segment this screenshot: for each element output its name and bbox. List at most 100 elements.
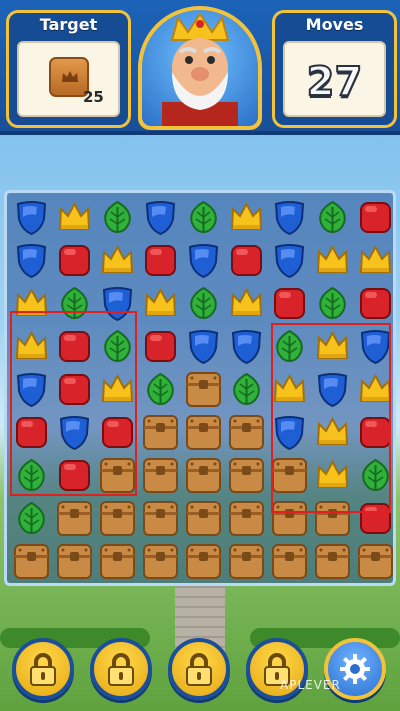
chest-blocker[interactable]	[354, 540, 397, 583]
crown-icon	[316, 244, 349, 273]
chest-icon	[229, 415, 264, 450]
shield-tile[interactable]	[268, 196, 311, 239]
lock-icon	[30, 653, 56, 686]
chest-blocker[interactable]	[139, 497, 182, 540]
chest-blocker[interactable]	[225, 540, 268, 583]
chest-blocker[interactable]	[182, 454, 225, 497]
chest-blocker[interactable]	[96, 497, 139, 540]
shield-icon	[145, 201, 176, 236]
chest-blocker[interactable]	[182, 368, 225, 411]
chest-blocker[interactable]	[225, 411, 268, 454]
chest-blocker[interactable]	[96, 540, 139, 583]
chest-icon	[100, 501, 135, 536]
box-tile[interactable]	[354, 282, 397, 325]
chest-blocker[interactable]	[53, 497, 96, 540]
moves-label: Moves	[305, 15, 364, 34]
chest-icon	[143, 415, 178, 450]
shield-tile[interactable]	[182, 325, 225, 368]
box-icon	[360, 288, 391, 319]
hud-bar: Target 25 Moves 27	[0, 0, 400, 135]
shield-tile[interactable]	[225, 325, 268, 368]
chest-icon	[186, 544, 221, 579]
shield-icon	[274, 201, 305, 236]
leaf-tile[interactable]	[10, 497, 53, 540]
chest-blocker[interactable]	[311, 540, 354, 583]
shield-icon	[231, 330, 262, 365]
box-icon	[145, 331, 176, 362]
moves-panel: Moves 27	[272, 10, 397, 128]
gear-icon	[340, 654, 370, 684]
crown-tile[interactable]	[225, 282, 268, 325]
chest-blocker[interactable]	[139, 411, 182, 454]
shield-tile[interactable]	[268, 239, 311, 282]
shield-tile[interactable]	[10, 196, 53, 239]
king-face-icon	[162, 12, 238, 126]
target-count: 25	[83, 88, 104, 106]
leaf-tile[interactable]	[182, 282, 225, 325]
chest-icon	[186, 372, 221, 407]
crown-tile[interactable]	[311, 239, 354, 282]
leaf-tile[interactable]	[182, 196, 225, 239]
shield-tile[interactable]	[10, 239, 53, 282]
lock-icon	[108, 653, 134, 686]
chest-icon	[315, 544, 350, 579]
leaf-tile[interactable]	[96, 196, 139, 239]
leaf-icon	[147, 372, 174, 406]
moves-count: 27	[306, 58, 364, 106]
box-tile[interactable]	[354, 196, 397, 239]
crown-tile[interactable]	[225, 196, 268, 239]
chest-icon	[186, 501, 221, 536]
chest-blocker[interactable]	[182, 411, 225, 454]
chest-icon	[57, 544, 92, 579]
booster-lock-button-1[interactable]	[12, 638, 74, 700]
leaf-tile[interactable]	[225, 368, 268, 411]
target-panel: Target 25	[6, 10, 131, 128]
leaf-tile[interactable]	[311, 196, 354, 239]
box-icon	[274, 288, 305, 319]
crown-icon	[359, 244, 392, 273]
crown-tile[interactable]	[96, 239, 139, 282]
crown-tile[interactable]	[139, 282, 182, 325]
box-tile[interactable]	[139, 239, 182, 282]
chest-icon	[272, 544, 307, 579]
leaf-tile[interactable]	[139, 368, 182, 411]
chest-icon	[358, 544, 393, 579]
chest-icon	[100, 544, 135, 579]
shield-icon	[274, 244, 305, 279]
box-tile[interactable]	[268, 282, 311, 325]
shield-icon	[188, 330, 219, 365]
booster-lock-button-3[interactable]	[168, 638, 230, 700]
box-tile[interactable]	[225, 239, 268, 282]
chest-icon	[143, 544, 178, 579]
shield-icon	[188, 244, 219, 279]
chest-blocker[interactable]	[139, 540, 182, 583]
leaf-icon	[104, 200, 131, 234]
moves-body: 27	[283, 41, 386, 117]
chest-blocker[interactable]	[53, 540, 96, 583]
shield-tile[interactable]	[139, 196, 182, 239]
box-tile[interactable]	[53, 239, 96, 282]
crown-tile[interactable]	[354, 239, 397, 282]
leaf-tile[interactable]	[311, 282, 354, 325]
crown-tile[interactable]	[53, 196, 96, 239]
chest-blocker[interactable]	[268, 540, 311, 583]
shield-tile[interactable]	[182, 239, 225, 282]
crown-icon	[58, 201, 91, 230]
booster-lock-button-2[interactable]	[90, 638, 152, 700]
chest-blocker[interactable]	[10, 540, 53, 583]
chest-icon	[229, 544, 264, 579]
shield-icon	[16, 201, 47, 236]
chest-blocker[interactable]	[225, 454, 268, 497]
chest-icon	[143, 501, 178, 536]
box-tile[interactable]	[139, 325, 182, 368]
chest-blocker[interactable]	[182, 540, 225, 583]
chest-blocker[interactable]	[139, 454, 182, 497]
crown-icon	[144, 287, 177, 316]
crown-icon	[230, 201, 263, 230]
highlight-box-right	[271, 323, 391, 513]
king-portrait	[138, 6, 262, 130]
box-icon	[59, 245, 90, 276]
chest-blocker[interactable]	[225, 497, 268, 540]
chest-blocker[interactable]	[182, 497, 225, 540]
target-label: Target	[39, 15, 98, 34]
